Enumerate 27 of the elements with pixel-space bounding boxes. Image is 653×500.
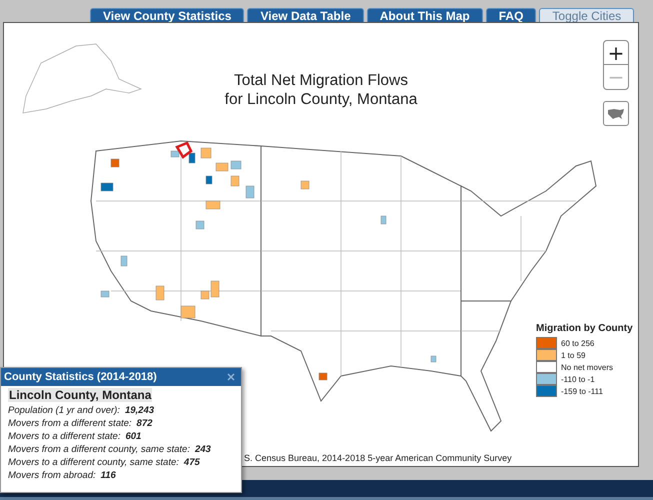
popup-title: County Statistics (2014-2018)	[4, 371, 157, 383]
statistic-line: Movers to a different county, same state: 475	[8, 457, 201, 468]
legend-title: Migration by County	[536, 323, 633, 334]
statistic-line: Movers from a different state: 872	[8, 418, 154, 429]
tab[interactable]: About This Map	[366, 8, 483, 22]
legend-label: 1 to 59	[561, 350, 586, 360]
source-note: S. Census Bureau, 2014-2018 5-year American Community Survey	[244, 453, 512, 463]
tab[interactable]: View County Statistics	[90, 8, 244, 22]
selected-county-outline	[175, 141, 193, 159]
legend-label: 60 to 256	[561, 338, 594, 348]
statistic-line: Movers from abroad: 116	[8, 470, 117, 481]
statistic-line: Movers to a different state: 601	[8, 431, 142, 442]
tab[interactable]: View Data Table	[247, 8, 364, 22]
legend-label: No net movers	[561, 362, 614, 372]
toggle-button[interactable]: Toggle Cities	[539, 8, 634, 22]
statistic-line: Movers from a different county, same state: 243	[8, 444, 212, 455]
full-extent-button[interactable]	[603, 101, 629, 126]
tab[interactable]: FAQ	[486, 8, 536, 22]
legend-label: -159 to -111	[561, 386, 603, 396]
map-title: Total Net Migration Flows	[234, 71, 408, 90]
zoom-in-button[interactable]: +	[603, 40, 629, 65]
us-map-icon	[607, 108, 625, 120]
map-title: for Lincoln County, Montana	[224, 90, 418, 109]
close-icon[interactable]	[227, 373, 235, 381]
county-name: Lincoln County, Montana	[8, 388, 152, 402]
legend-label: -110 to -1	[561, 374, 595, 384]
statistic-line: Population (1 yr and over): 19,243	[8, 405, 156, 416]
